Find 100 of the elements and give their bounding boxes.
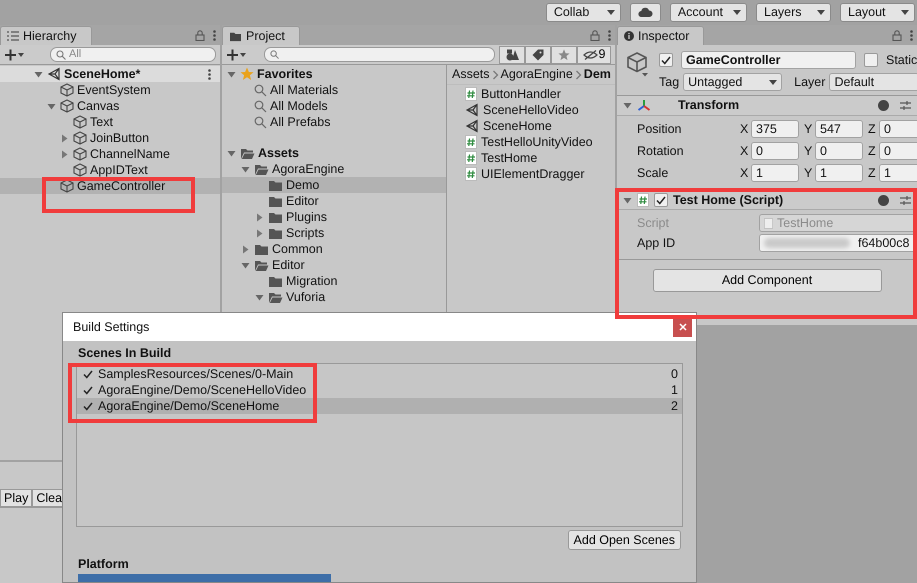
caret-icon[interactable] — [60, 134, 69, 142]
number-field[interactable]: 547 — [815, 120, 863, 138]
asset-item[interactable]: TestHome — [481, 150, 538, 166]
number-field[interactable]: 1 — [751, 164, 799, 182]
toolbar-button[interactable]: Clea — [32, 489, 62, 507]
add-component-button[interactable]: Add Component — [652, 269, 882, 292]
cloud-button[interactable] — [630, 2, 661, 22]
caret-icon[interactable] — [255, 228, 264, 238]
toolbar-dropdown[interactable]: Account — [670, 2, 747, 22]
more-icon[interactable] — [213, 30, 216, 41]
name-field[interactable]: GameController — [681, 51, 856, 69]
panel-tab[interactable]: Project — [222, 26, 300, 45]
asset-item[interactable]: UIElementDragger — [481, 166, 585, 182]
caret-icon[interactable] — [227, 148, 236, 158]
toolbar-dropdown[interactable]: Layout — [840, 2, 915, 22]
tree-item[interactable]: Demo — [222, 177, 446, 193]
caret-icon[interactable] — [255, 212, 264, 222]
axes-icon — [637, 99, 651, 112]
number-field[interactable]: 1 — [815, 164, 863, 182]
add-icon[interactable] — [226, 48, 246, 60]
scene-row[interactable]: SamplesResources/Scenes/0-Main 0 — [77, 366, 682, 382]
number-field[interactable]: 0 — [879, 120, 917, 138]
tree-item[interactable]: AgoraEngine — [222, 161, 446, 177]
more-icon[interactable] — [208, 68, 211, 80]
presets-icon[interactable] — [900, 100, 911, 111]
tree-item[interactable]: Canvas — [0, 98, 220, 114]
tree-item[interactable]: Migration — [222, 273, 446, 289]
number-field[interactable]: 0 — [751, 142, 799, 160]
tree-item[interactable]: EventSystem — [0, 82, 220, 98]
lock-icon[interactable] — [195, 30, 205, 41]
asset-item[interactable]: TestHelloUnityVideo — [481, 134, 593, 150]
toolbar-dropdown[interactable]: Collab — [546, 2, 621, 22]
add-open-scenes-button[interactable]: Add Open Scenes — [568, 530, 681, 550]
tag-dropdown[interactable]: Untagged — [683, 73, 782, 91]
caret-icon[interactable] — [34, 70, 43, 78]
script-icon — [637, 193, 649, 207]
breadcrumb-link[interactable]: Dem — [584, 67, 611, 82]
lock-icon[interactable] — [892, 30, 902, 41]
tree-item[interactable]: Scripts — [222, 225, 446, 241]
add-icon[interactable] — [4, 48, 24, 60]
caret-icon[interactable] — [241, 260, 250, 270]
tree-item[interactable]: AppIDText — [0, 162, 220, 178]
caret-icon[interactable] — [241, 244, 250, 254]
number-field[interactable]: 0 — [815, 142, 863, 160]
caret-icon[interactable] — [623, 196, 632, 204]
tree-item[interactable]: Common — [222, 241, 446, 257]
more-icon[interactable] — [608, 30, 611, 41]
tree-item[interactable]: Favorites — [222, 66, 446, 82]
caret-icon[interactable] — [255, 292, 264, 302]
tree-item[interactable]: Vuforia — [222, 289, 446, 305]
tree-item[interactable]: Text — [0, 114, 220, 130]
asset-item[interactable]: SceneHome — [483, 118, 552, 134]
type-filter-button[interactable] — [499, 46, 525, 64]
breadcrumb-link[interactable]: Assets — [452, 67, 490, 82]
tree-item[interactable]: Editor — [222, 257, 446, 273]
tree-item[interactable]: Plugins — [222, 209, 446, 225]
caret-icon[interactable] — [47, 102, 56, 110]
item-label: Assets — [258, 146, 299, 160]
component-title: Test Home (Script) — [673, 192, 784, 208]
tree-item[interactable]: Editor — [222, 193, 446, 209]
tree-item[interactable]: SceneHome* — [0, 66, 220, 82]
search-field[interactable] — [264, 47, 495, 62]
number-field[interactable]: 0 — [879, 142, 917, 160]
toolbar-button[interactable]: Play — [0, 489, 32, 507]
caret-icon[interactable] — [227, 70, 236, 78]
tree-item[interactable]: All Materials — [222, 82, 446, 98]
help-icon[interactable] — [878, 100, 889, 111]
hidden-packages-button[interactable]: 9 — [577, 46, 611, 64]
item-label: JoinButton — [90, 130, 150, 146]
folder-icon — [268, 226, 283, 240]
tree-item[interactable]: JoinButton — [0, 130, 220, 146]
panel-tab[interactable]: Inspector — [617, 26, 704, 45]
list-icon — [7, 31, 19, 41]
item-label: EventSystem — [77, 82, 151, 98]
asset-item[interactable]: ButtonHandler — [481, 86, 561, 102]
toolbar-dropdown[interactable]: Layers — [756, 2, 831, 22]
scene-row[interactable]: AgoraEngine/Demo/SceneHelloVideo 1 — [77, 382, 682, 398]
number-field[interactable]: 1 — [879, 164, 917, 182]
more-icon[interactable] — [910, 30, 913, 41]
label-filter-button[interactable] — [525, 46, 551, 64]
folder-icon — [254, 242, 269, 256]
breadcrumb-link[interactable]: AgoraEngine — [500, 67, 573, 82]
caret-icon[interactable] — [623, 101, 632, 110]
asset-item[interactable]: SceneHelloVideo — [483, 102, 579, 118]
presets-icon[interactable] — [900, 194, 911, 206]
panel-tab[interactable]: Hierarchy — [0, 26, 92, 45]
caret-icon[interactable] — [60, 150, 69, 158]
checkbox[interactable] — [659, 53, 673, 67]
checkbox[interactable] — [654, 193, 668, 207]
checkbox[interactable] — [864, 53, 878, 67]
layer-dropdown[interactable]: Default — [829, 73, 917, 91]
tree-item[interactable]: All Models — [222, 98, 446, 114]
tree-item[interactable]: All Prefabs — [222, 114, 446, 130]
number-field[interactable]: 375 — [751, 120, 799, 138]
scene-row[interactable]: AgoraEngine/Demo/SceneHome 2 — [77, 398, 682, 414]
help-icon[interactable] — [878, 194, 889, 206]
caret-icon[interactable] — [241, 164, 250, 174]
tree-item[interactable]: ChannelName — [0, 146, 220, 162]
lock-icon[interactable] — [590, 30, 600, 41]
tree-item[interactable]: Assets — [222, 145, 446, 161]
